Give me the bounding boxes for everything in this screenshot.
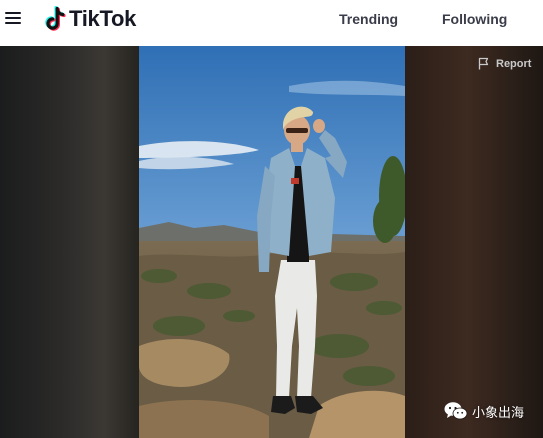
wechat-watermark: 小象出海: [444, 401, 524, 421]
watermark-text: 小象出海: [472, 405, 525, 421]
report-label: Report: [496, 57, 532, 70]
top-navigation-bar: TikTok Trending Following: [0, 0, 543, 46]
wechat-icon: [444, 402, 468, 420]
video-frame: [139, 46, 405, 438]
tiktok-logo[interactable]: TikTok: [44, 5, 136, 33]
report-button[interactable]: Report: [478, 57, 531, 70]
tiktok-note-icon: [45, 6, 66, 31]
hamburger-menu-icon[interactable]: [5, 11, 21, 25]
nav-trending-link[interactable]: Trending: [339, 11, 398, 27]
brand-name: TikTok: [69, 6, 137, 31]
blurred-backdrop-right: [405, 46, 543, 438]
video-player[interactable]: [139, 46, 405, 438]
video-stage: Report 小象出海: [0, 46, 543, 438]
flag-icon: [478, 57, 489, 70]
blurred-backdrop-left: [0, 46, 139, 438]
nav-following-link[interactable]: Following: [442, 11, 507, 27]
